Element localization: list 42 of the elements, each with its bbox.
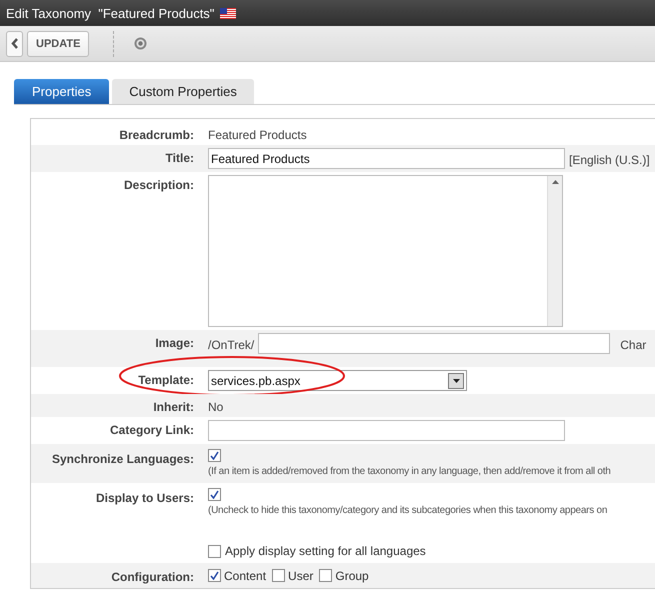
checkbox-label: Apply display setting for all languages <box>225 544 426 558</box>
field-label: Synchronize Languages: <box>50 451 194 468</box>
field-label: Title: <box>164 150 194 167</box>
change-link[interactable]: Char <box>620 335 646 352</box>
checkbox[interactable] <box>208 488 221 501</box>
field-label: Breadcrumb: <box>118 127 194 142</box>
scroll-up-icon[interactable] <box>552 180 558 184</box>
chevron-left-icon <box>11 38 18 49</box>
tab[interactable]: Properties <box>14 79 110 104</box>
field-label: Image: <box>154 335 194 352</box>
window-title: Edit Taxonomy "Featured Products" <box>6 6 214 20</box>
checkbox[interactable] <box>208 544 221 558</box>
checkbox[interactable] <box>208 449 221 462</box>
text-field[interactable] <box>208 420 565 441</box>
field-label: Description: <box>122 177 194 194</box>
caret-icon <box>452 378 460 382</box>
flag-icon <box>220 8 236 18</box>
help-icon[interactable] <box>134 37 148 50</box>
field-value: No <box>208 399 224 414</box>
description-field[interactable] <box>208 175 563 327</box>
field-value: Featured Products <box>208 127 308 142</box>
checkbox-label: User <box>288 568 314 582</box>
template-dropdown[interactable]: services.pb.aspx <box>208 370 467 391</box>
help-text: (Uncheck to hide this taxonomy/category and its subcategories when this taxonomy appears on <box>208 505 608 516</box>
update-button[interactable]: UPDATE <box>27 30 90 56</box>
field-label: Template: <box>137 372 194 389</box>
text-field[interactable]: Featured Products <box>208 148 565 169</box>
checkbox[interactable] <box>272 569 286 582</box>
language-label: [English (U.S.)] <box>569 152 650 167</box>
back-button[interactable] <box>6 30 23 56</box>
tab[interactable]: Custom Properties <box>112 79 254 104</box>
field-label: Display to Users: <box>94 490 194 507</box>
help-text: (If an item is added/removed from the taxonomy in any language, then add/remove it from all oth <box>208 466 612 477</box>
checkbox[interactable] <box>208 569 221 582</box>
path-prefix: /OnTrek/ <box>208 337 254 352</box>
field-label: Inherit: <box>152 399 194 414</box>
checkbox-label: Content <box>224 568 266 582</box>
checkbox-label: Group <box>335 568 369 582</box>
checkbox[interactable] <box>319 569 332 582</box>
field-label: Configuration: <box>110 569 194 584</box>
field-label: Category Link: <box>108 422 194 439</box>
image-field[interactable] <box>258 333 610 354</box>
